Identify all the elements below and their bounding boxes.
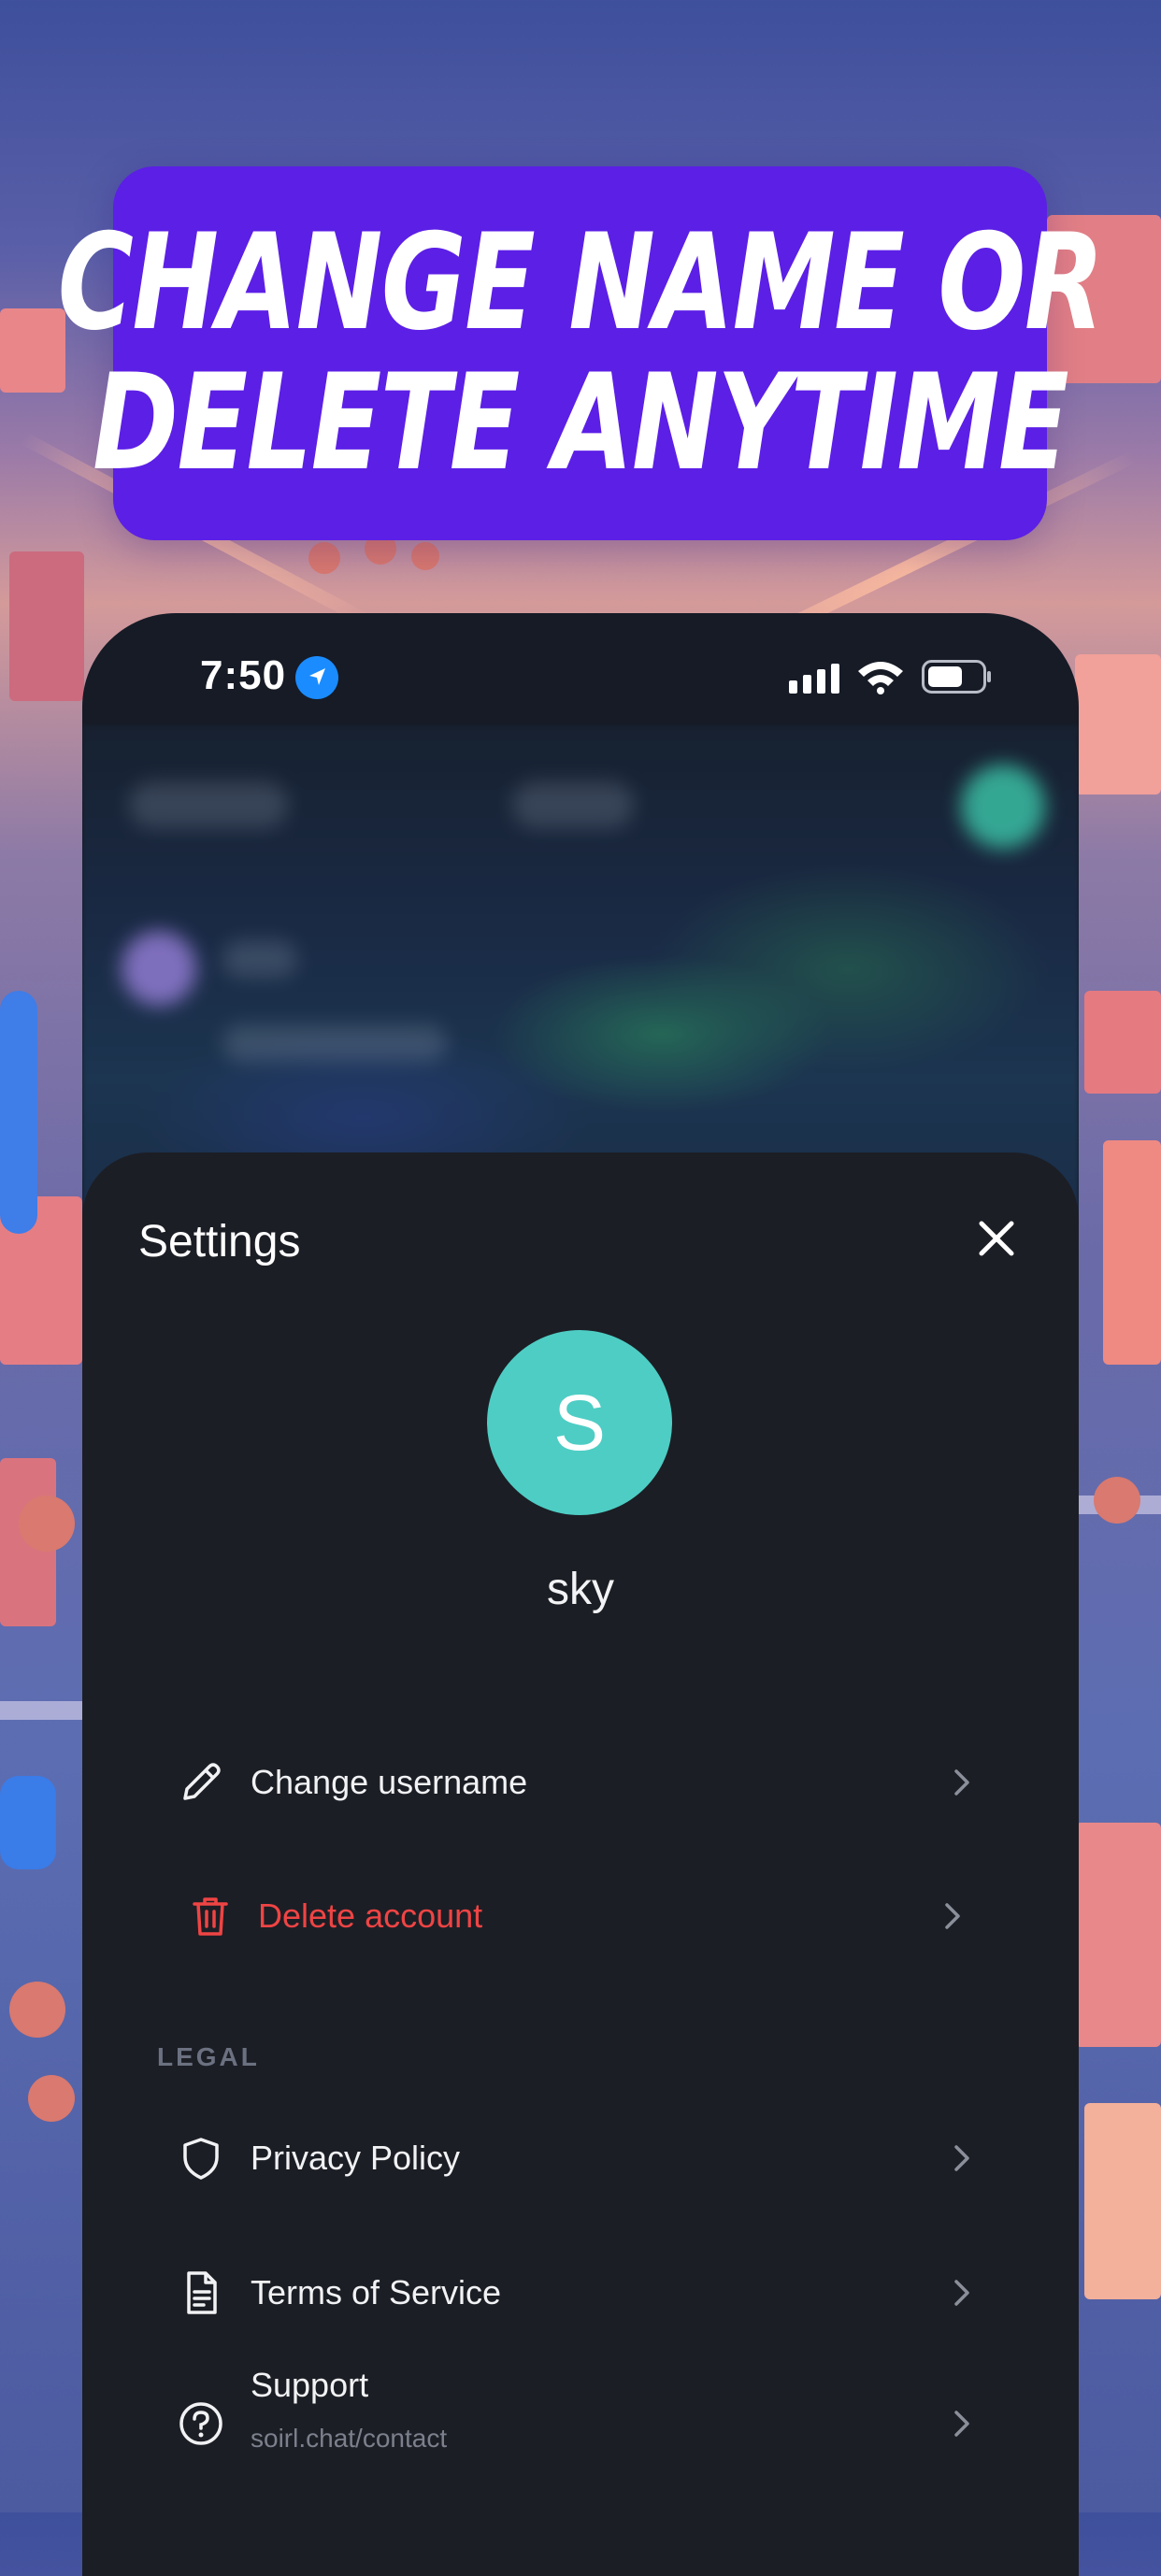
shield-icon [183,2138,219,2180]
delete-account-label: Delete account [258,1896,483,1935]
document-icon [187,2271,217,2314]
signal-icon [789,664,839,694]
delete-account-row[interactable]: Delete account [176,1865,1073,1968]
close-icon[interactable] [970,1212,1023,1265]
chevron-right-icon [945,1903,960,1929]
location-arrow-icon [295,656,338,699]
settings-sheet: Settings S sky Change username Delete ac… [82,1152,1079,2576]
avatar: S [487,1330,672,1515]
change-username-label: Change username [251,1763,528,1801]
support-url: soirl.chat/contact [251,2424,448,2453]
avatar-initial: S [552,1378,607,1467]
chevron-right-icon [954,2145,969,2171]
change-username-row[interactable]: Change username [176,1731,1073,1834]
privacy-policy-label: Privacy Policy [251,2139,461,2177]
wifi-icon [858,662,903,694]
chevron-right-icon [954,2280,969,2306]
settings-title: Settings [138,1217,301,1267]
help-circle-icon [179,2402,222,2445]
support-row[interactable]: Support soirl.chat/contact [176,2358,1073,2489]
battery-icon [922,660,991,694]
legal-section-label: LEGAL [157,2042,260,2071]
headline-line-1: CHANGE NAME OR [57,206,1105,360]
status-time: 7:50 [200,652,287,698]
terms-of-service-row[interactable]: Terms of Service [176,2241,1073,2344]
trash-icon [193,1897,228,1936]
pencil-icon [183,1763,221,1800]
terms-of-service-label: Terms of Service [251,2273,502,2311]
support-label: Support [251,2366,369,2404]
phone-screen: 7:50 Settings S sky Change username Dele… [82,613,1079,2576]
chevron-right-icon [954,1769,969,1796]
privacy-policy-row[interactable]: Privacy Policy [176,2107,1073,2210]
status-bar: 7:50 [82,613,1079,753]
chevron-right-icon [954,2411,969,2437]
username-display: sky [547,1565,614,1614]
headline-line-2: DELETE ANYTIME [92,346,1069,500]
headline-banner: CHANGE NAME OR DELETE ANYTIME [58,166,1104,540]
